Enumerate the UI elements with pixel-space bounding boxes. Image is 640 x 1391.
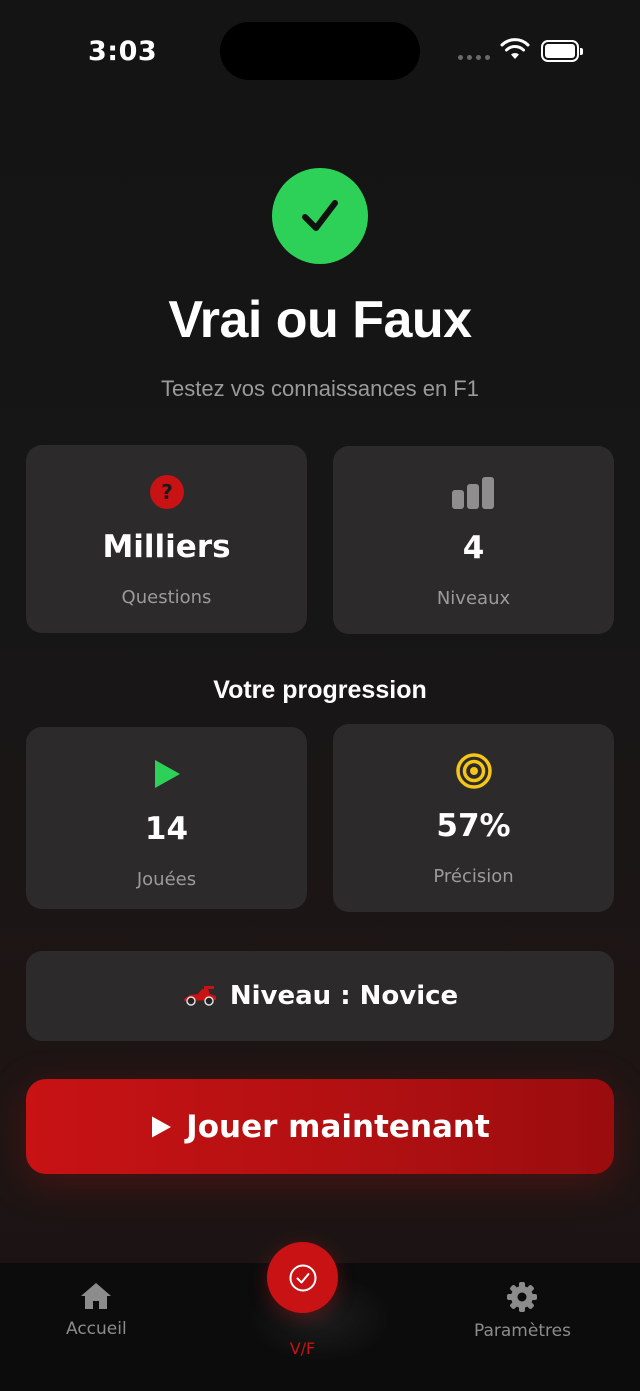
wifi-icon [500, 38, 530, 59]
levels-value: 4 [462, 530, 485, 566]
played-value: 14 [144, 811, 189, 847]
gear-icon [507, 1282, 538, 1312]
checkmark-icon [272, 168, 368, 264]
played-label: Jouées [136, 869, 197, 890]
bar-chart-icon [451, 476, 496, 510]
play-now-button[interactable]: Jouer maintenant [26, 1079, 614, 1174]
page-subtitle: Testez vos connaissances en F1 [161, 376, 479, 401]
questions-label: Questions [121, 587, 212, 608]
app-screen: 3:03 Vrai ou Faux Testez vos connaissanc… [0, 0, 640, 1391]
progress-title: Votre progression [213, 676, 427, 704]
tab-home-label: Accueil [66, 1319, 127, 1339]
status-time: 3:03 [88, 36, 158, 67]
accuracy-card: 57% Précision [333, 724, 614, 912]
level-text: Niveau : Novice [229, 981, 459, 1011]
question-circle-icon: ? [149, 475, 185, 509]
tab-settings-label: Paramètres [474, 1321, 571, 1341]
svg-text:?: ? [161, 480, 173, 504]
play-icon [152, 757, 182, 791]
questions-card: ? Milliers Questions [26, 445, 307, 633]
battery-icon [541, 40, 583, 62]
tab-settings[interactable]: Paramètres [474, 1281, 571, 1341]
tab-true-false[interactable] [267, 1242, 338, 1313]
level-indicator: Niveau : Novice [26, 951, 614, 1041]
accuracy-label: Précision [433, 866, 514, 887]
cellular-signal-icon [458, 55, 490, 60]
dynamic-island [220, 22, 420, 80]
play-icon [152, 1116, 172, 1137]
tab-true-false-label: V/F [289, 1339, 316, 1358]
accuracy-value: 57% [436, 808, 511, 844]
page-title: Vrai ou Faux [168, 291, 472, 349]
status-bar: 3:03 [0, 0, 640, 100]
target-icon [455, 753, 493, 789]
played-card: 14 Jouées [26, 727, 307, 909]
play-now-label: Jouer maintenant [186, 1108, 490, 1145]
levels-card: 4 Niveaux [333, 446, 614, 634]
home-icon [81, 1283, 112, 1309]
race-car-icon [183, 986, 216, 1006]
questions-value: Milliers [102, 529, 231, 565]
checkmark-circle-icon [289, 1264, 316, 1291]
tab-home[interactable]: Accueil [66, 1281, 127, 1339]
levels-label: Niveaux [436, 588, 511, 609]
